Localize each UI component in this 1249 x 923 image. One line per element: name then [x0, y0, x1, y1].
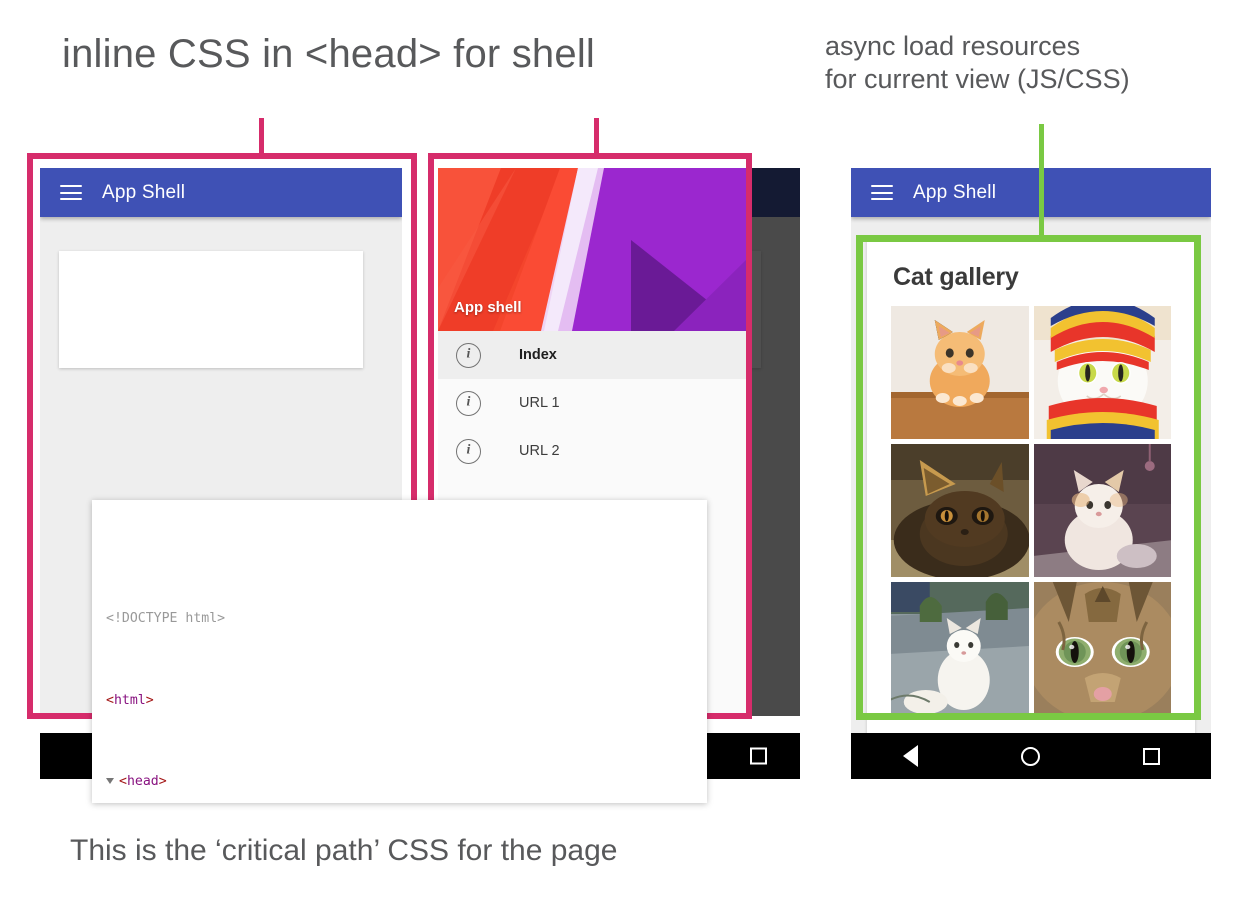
- drawer-item-label: URL 1: [519, 395, 560, 411]
- gallery-content-area: Cat gallery: [851, 217, 1211, 733]
- info-icon: i: [456, 343, 481, 368]
- leader-line-gallery: [1039, 124, 1044, 240]
- leader-line-drawer: [594, 118, 599, 158]
- recents-square-icon[interactable]: [750, 748, 767, 765]
- gallery-tile[interactable]: [1034, 444, 1172, 577]
- app-bar-title: App Shell: [102, 182, 185, 204]
- gallery-tile[interactable]: [1034, 582, 1172, 715]
- devtools-elements-panel[interactable]: <!DOCTYPE html> <html> <head> <meta char…: [92, 500, 707, 803]
- code-line-doctype: <!DOCTYPE html>: [92, 609, 707, 629]
- leader-line-shell: [259, 118, 264, 158]
- drawer-item-url-1[interactable]: i URL 1: [438, 379, 746, 427]
- gallery-tile[interactable]: [891, 444, 1029, 577]
- code-line-html: <html>: [92, 691, 707, 711]
- info-icon: i: [456, 391, 481, 416]
- info-icon: i: [456, 439, 481, 464]
- android-nav-bar-right: [851, 733, 1211, 779]
- recents-square-icon[interactable]: [1143, 748, 1160, 765]
- gallery-card: Cat gallery: [867, 237, 1195, 733]
- drawer-item-label: URL 2: [519, 443, 560, 459]
- back-triangle-icon[interactable]: [903, 745, 918, 767]
- code-lines: <!DOCTYPE html> <html> <head> <meta char…: [92, 541, 707, 803]
- code-line-head[interactable]: <head>: [92, 772, 707, 792]
- gallery-tile[interactable]: [891, 582, 1029, 715]
- drawer-item-url-2[interactable]: i URL 2: [438, 427, 746, 475]
- drawer-item-label: Index: [519, 347, 557, 363]
- hamburger-icon[interactable]: [60, 185, 82, 200]
- chevron-down-icon[interactable]: [106, 778, 114, 784]
- content-placeholder-card: [59, 251, 363, 368]
- gallery-tile[interactable]: [891, 306, 1029, 439]
- gallery-tile[interactable]: [1034, 306, 1172, 439]
- gallery-grid: [867, 306, 1195, 715]
- right-caption-line-2: for current view (JS/CSS): [825, 64, 1130, 94]
- bottom-annotation-caption: This is the ‘critical path’ CSS for the …: [70, 834, 617, 868]
- right-annotation-caption: async load resourcesfor current view (JS…: [825, 30, 1130, 96]
- drawer-item-index[interactable]: i Index: [438, 331, 746, 379]
- left-annotation-caption: inline CSS in <head> for shell: [62, 32, 595, 77]
- home-circle-icon[interactable]: [1021, 747, 1040, 766]
- app-bar-gallery: App Shell: [851, 168, 1211, 217]
- drawer-header: App shell: [438, 168, 746, 331]
- app-bar-title: App Shell: [913, 182, 996, 204]
- mockup-cat-gallery: App Shell Cat gallery: [851, 168, 1211, 733]
- hamburger-icon[interactable]: [871, 185, 893, 200]
- drawer-header-label: App shell: [454, 299, 522, 316]
- app-bar-shell: App Shell: [40, 168, 402, 217]
- right-caption-line-1: async load resources: [825, 31, 1080, 61]
- gallery-title: Cat gallery: [867, 237, 1195, 306]
- diagram-stage: inline CSS in <head> for shell async loa…: [0, 0, 1249, 923]
